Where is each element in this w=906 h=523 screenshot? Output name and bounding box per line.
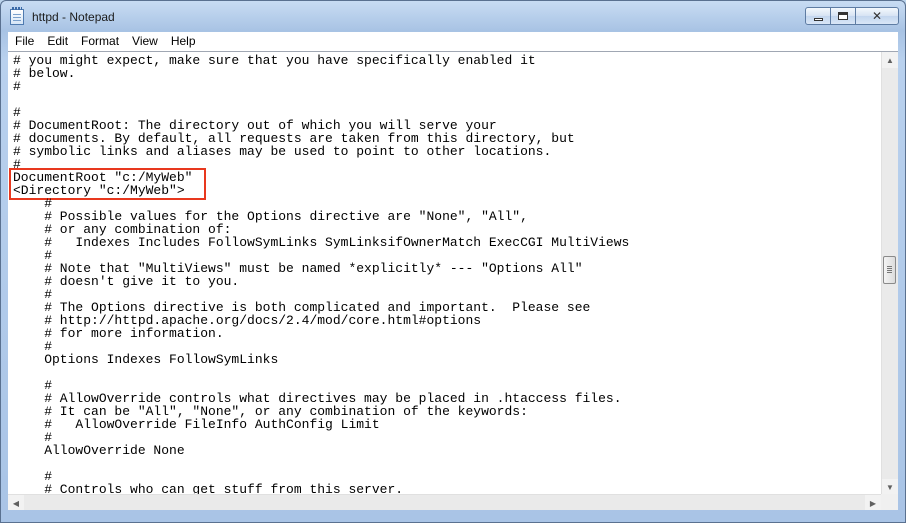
text-line: # symbolic links and aliases may be used…: [13, 144, 552, 159]
horizontal-scrollbar[interactable]: ◀ ▶: [8, 494, 881, 510]
vertical-scroll-thumb[interactable]: [883, 256, 896, 284]
caption-buttons: ✕: [805, 7, 899, 27]
menu-edit[interactable]: Edit: [40, 32, 74, 51]
text-line: Options Indexes FollowSymLinks: [13, 352, 279, 367]
text-line: # you might expect, make sure that you h…: [13, 53, 536, 68]
scrollbar-corner: [881, 494, 898, 510]
maximize-button[interactable]: [830, 7, 856, 25]
maximize-icon: [838, 12, 848, 20]
menu-format[interactable]: Format: [74, 32, 125, 51]
menu-view[interactable]: View: [125, 32, 164, 51]
close-button[interactable]: ✕: [855, 7, 899, 25]
menu-file[interactable]: File: [8, 32, 40, 51]
menu-bar: File Edit Format View Help: [8, 32, 898, 52]
notepad-icon[interactable]: [10, 7, 24, 25]
scroll-left-arrow-icon[interactable]: ◀: [8, 495, 24, 510]
scroll-up-arrow-icon[interactable]: ▲: [882, 52, 898, 68]
notepad-window: httpd - Notepad ✕ File Edit Format View …: [0, 0, 906, 523]
text-line: #: [13, 79, 21, 94]
scroll-down-arrow-icon[interactable]: ▼: [882, 479, 898, 495]
vertical-scrollbar[interactable]: ▲ ▼: [881, 52, 898, 495]
text-line: # below.: [13, 66, 76, 81]
title-bar[interactable]: httpd - Notepad ✕: [1, 1, 905, 32]
close-icon: ✕: [871, 9, 883, 23]
minimize-button[interactable]: [805, 7, 831, 25]
text-line: AllowOverride None: [13, 443, 185, 458]
text-line: # AllowOverride FileInfo AuthConfig Limi…: [13, 417, 380, 432]
text-line: # Indexes Includes FollowSymLinks SymLin…: [13, 235, 630, 250]
window-title: httpd - Notepad: [32, 10, 115, 24]
editor-pane: # you might expect, make sure that you h…: [8, 51, 898, 510]
text-editor[interactable]: # you might expect, make sure that you h…: [8, 52, 881, 495]
scroll-right-arrow-icon[interactable]: ▶: [865, 495, 881, 510]
minimize-icon: [813, 17, 823, 21]
menu-help[interactable]: Help: [164, 32, 202, 51]
